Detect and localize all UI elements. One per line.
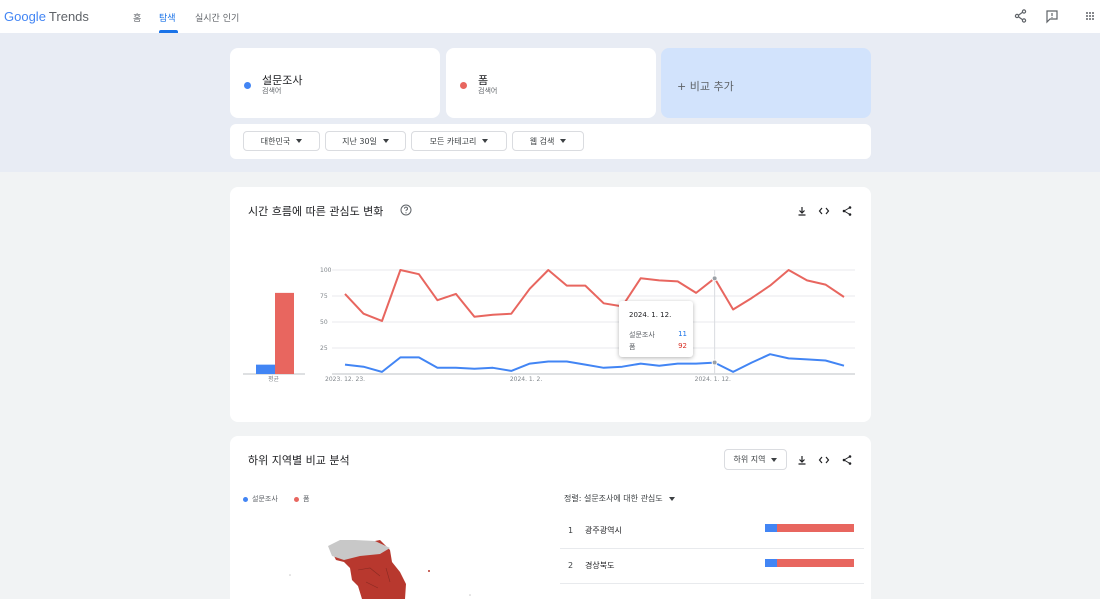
download-icon[interactable] xyxy=(796,454,808,466)
y-tick-label: 75 xyxy=(320,293,328,300)
legend-item-1: 설문조사 xyxy=(243,494,278,504)
tooltip-term-1: 설문조사 xyxy=(629,331,655,339)
chevron-down-icon xyxy=(668,497,675,501)
legend-dot xyxy=(294,496,299,502)
legend-label: 설문조사 xyxy=(252,495,278,503)
region-row[interactable]: 1 광주광역시 xyxy=(560,514,864,549)
legend-dot xyxy=(243,496,248,502)
region-share-bar xyxy=(765,559,854,567)
region-map xyxy=(289,540,471,599)
y-tick-label: 100 xyxy=(320,267,332,274)
chart-tooltip: 2024. 1. 12. 설문조사 11 폼 92 xyxy=(619,301,693,357)
hover-point-1 xyxy=(711,359,718,366)
average-label: 평균 xyxy=(268,375,280,383)
share-bar-term-1 xyxy=(765,524,778,532)
region-name: 경상북도 xyxy=(585,561,615,570)
tooltip-term-2: 폼 xyxy=(629,343,636,351)
map-island-marker xyxy=(469,594,471,596)
x-tick-label: 2023. 12. 23. xyxy=(325,376,365,383)
x-tick-label: 2024. 1. 2. xyxy=(510,376,543,383)
average-bar-2 xyxy=(275,292,294,374)
map-island-marker xyxy=(428,570,430,572)
sort-label-text: 정렬: 설문조사에 대한 관심도 xyxy=(564,494,663,503)
average-bars: 평균 xyxy=(243,292,305,383)
region-rank: 1 xyxy=(568,526,574,535)
share-bar-term-2 xyxy=(777,559,854,567)
legend-label: 폼 xyxy=(303,495,310,503)
y-tick-label: 50 xyxy=(320,319,328,326)
region-share-bar xyxy=(765,524,854,532)
y-tick-label: 25 xyxy=(320,345,328,352)
region-rank: 2 xyxy=(568,561,574,570)
hover-point-2 xyxy=(711,275,718,282)
share-bar-term-1 xyxy=(765,559,778,567)
x-tick-label: 2024. 1. 12. xyxy=(695,376,731,383)
series-line-1 xyxy=(344,353,845,373)
region-panel-title: 하위 지역별 비교 분석 xyxy=(248,454,350,467)
embed-code-icon[interactable] xyxy=(818,454,830,466)
legend-item-2: 폼 xyxy=(294,494,309,504)
tooltip-value-1: 11 xyxy=(678,330,687,338)
map-island-marker xyxy=(289,574,291,576)
share-icon[interactable] xyxy=(841,454,853,466)
subregion-label: 하위 지역 xyxy=(733,455,766,464)
chevron-down-icon xyxy=(771,457,778,462)
average-bar-1 xyxy=(256,364,275,374)
tooltip-date: 2024. 1. 12. xyxy=(629,311,672,319)
sort-dropdown[interactable]: 정렬: 설문조사에 대한 관심도 xyxy=(564,493,675,504)
share-bar-term-2 xyxy=(777,524,854,532)
region-row[interactable]: 2 경상북도 xyxy=(560,549,864,584)
tooltip-value-2: 92 xyxy=(678,342,687,350)
region-name: 광주광역시 xyxy=(585,526,622,535)
subregion-dropdown[interactable]: 하위 지역 xyxy=(724,449,787,470)
